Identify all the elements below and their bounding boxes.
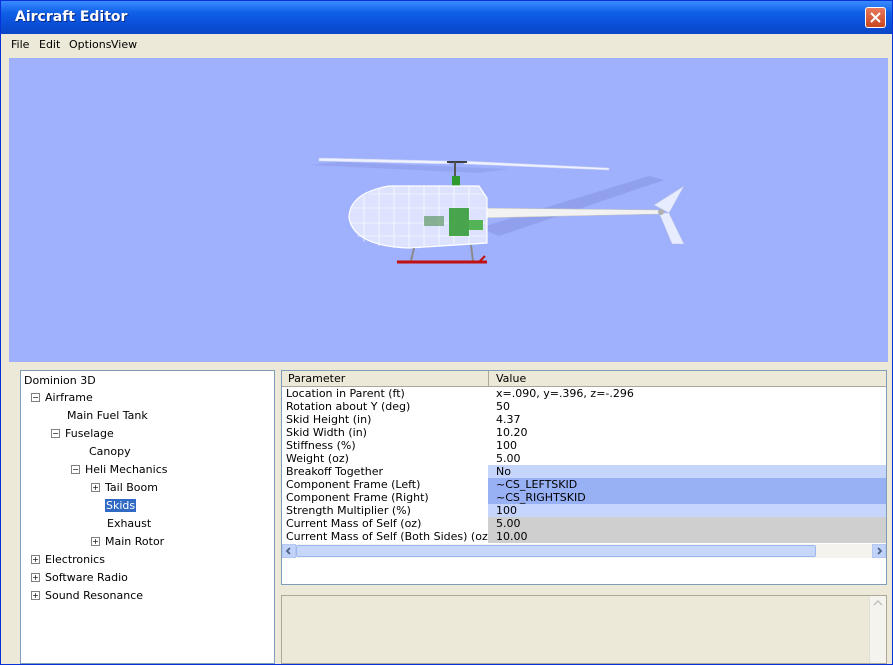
param-name: Location in Parent (ft) bbox=[286, 387, 405, 400]
chevron-left-icon bbox=[285, 547, 291, 555]
param-value-readonly: 10.00 bbox=[488, 530, 886, 543]
collapse-icon[interactable]: − bbox=[51, 429, 60, 438]
expand-icon[interactable]: + bbox=[91, 483, 100, 492]
tree-node-heli-mechanics[interactable]: Heli Mechanics bbox=[85, 463, 167, 476]
param-value-readonly: 5.00 bbox=[488, 517, 886, 530]
table-row[interactable]: Rotation about Y (deg) 50 bbox=[282, 400, 886, 413]
menu-edit[interactable]: Edit bbox=[39, 38, 60, 51]
expand-icon[interactable]: + bbox=[31, 555, 40, 564]
tree-node-tail-boom[interactable]: Tail Boom bbox=[105, 481, 158, 494]
menu-view[interactable]: View bbox=[111, 38, 137, 51]
3d-viewport[interactable] bbox=[9, 58, 888, 362]
table-row[interactable]: Skid Width (in) 10.20 bbox=[282, 426, 886, 439]
param-value[interactable]: 10.20 bbox=[488, 426, 886, 439]
param-name: Skid Width (in) bbox=[286, 426, 367, 439]
param-value[interactable]: 100 bbox=[488, 504, 886, 517]
tree-node-fuselage[interactable]: Fuselage bbox=[65, 427, 114, 440]
chevron-right-icon bbox=[877, 547, 883, 555]
param-value-dropdown[interactable]: No bbox=[488, 465, 886, 478]
scroll-left-button[interactable] bbox=[282, 544, 296, 558]
param-name: Current Mass of Self (Both Sides) (oz) bbox=[286, 530, 493, 543]
close-button[interactable] bbox=[865, 7, 886, 28]
column-header-value[interactable]: Value bbox=[496, 372, 526, 385]
title-bar[interactable]: Aircraft Editor bbox=[1, 1, 892, 34]
tree-node-main-fuel-tank[interactable]: Main Fuel Tank bbox=[67, 409, 148, 422]
column-divider[interactable] bbox=[488, 371, 489, 386]
component-tree[interactable]: Dominion 3D − Airframe Main Fuel Tank − … bbox=[20, 370, 275, 664]
description-panel bbox=[281, 595, 887, 664]
table-row[interactable]: Component Frame (Left) ~CS_LEFTSKID bbox=[282, 478, 886, 491]
collapse-icon[interactable]: − bbox=[31, 393, 40, 402]
menu-options[interactable]: Options bbox=[69, 38, 111, 51]
table-row[interactable]: Skid Height (in) 4.37 bbox=[282, 413, 886, 426]
table-row[interactable]: Stiffness (%) 100 bbox=[282, 439, 886, 452]
param-value[interactable]: 50 bbox=[488, 400, 886, 413]
property-grid[interactable]: Parameter Value Location in Parent (ft) … bbox=[281, 370, 887, 585]
param-value-dropdown[interactable]: ~CS_LEFTSKID bbox=[488, 478, 886, 491]
expand-icon[interactable]: + bbox=[91, 537, 100, 546]
horizontal-scrollbar[interactable] bbox=[282, 544, 886, 558]
tree-node-skids[interactable]: Skids bbox=[105, 499, 137, 512]
param-name: Component Frame (Left) bbox=[286, 478, 421, 491]
param-value-dropdown[interactable]: ~CS_RIGHTSKID bbox=[488, 491, 886, 504]
vertical-scrollbar[interactable] bbox=[869, 596, 886, 663]
param-value[interactable]: x=.090, y=.396, z=-.296 bbox=[488, 387, 886, 400]
tree-node-electronics[interactable]: Electronics bbox=[45, 553, 105, 566]
param-name: Component Frame (Right) bbox=[286, 491, 429, 504]
menu-bar: File Edit Options View bbox=[1, 34, 892, 56]
param-name: Weight (oz) bbox=[286, 452, 349, 465]
param-name: Rotation about Y (deg) bbox=[286, 400, 411, 413]
helicopter-model bbox=[309, 157, 685, 264]
param-name: Skid Height (in) bbox=[286, 413, 372, 426]
tree-node-main-rotor[interactable]: Main Rotor bbox=[105, 535, 164, 548]
chevron-up-icon bbox=[873, 599, 883, 606]
tree-node-airframe[interactable]: Airframe bbox=[45, 391, 93, 404]
aircraft-editor-window: Aircraft Editor File Edit Options View D… bbox=[0, 0, 893, 665]
table-row[interactable]: Strength Multiplier (%) 100 bbox=[282, 504, 886, 517]
param-name: Stiffness (%) bbox=[286, 439, 356, 452]
tree-node-canopy[interactable]: Canopy bbox=[89, 445, 131, 458]
menu-file[interactable]: File bbox=[11, 38, 29, 51]
expand-icon[interactable]: + bbox=[31, 591, 40, 600]
tree-node-sound-resonance[interactable]: Sound Resonance bbox=[45, 589, 143, 602]
expand-icon[interactable]: + bbox=[31, 573, 40, 582]
table-row[interactable]: Component Frame (Right) ~CS_RIGHTSKID bbox=[282, 491, 886, 504]
param-name: Strength Multiplier (%) bbox=[286, 504, 411, 517]
grid-header: Parameter Value bbox=[282, 371, 886, 387]
param-value[interactable]: 4.37 bbox=[488, 413, 886, 426]
column-header-parameter[interactable]: Parameter bbox=[288, 372, 345, 385]
tree-node-software-radio[interactable]: Software Radio bbox=[45, 571, 128, 584]
table-row[interactable]: Breakoff Together No bbox=[282, 465, 886, 478]
scroll-right-button[interactable] bbox=[872, 544, 886, 558]
tree-root[interactable]: Dominion 3D bbox=[24, 374, 96, 387]
param-name: Breakoff Together bbox=[286, 465, 384, 478]
tree-node-exhaust[interactable]: Exhaust bbox=[107, 517, 151, 530]
param-value[interactable]: 100 bbox=[488, 439, 886, 452]
table-row[interactable]: Current Mass of Self (Both Sides) (oz) 1… bbox=[282, 530, 886, 543]
param-value[interactable]: 5.00 bbox=[488, 452, 886, 465]
table-row[interactable]: Current Mass of Self (oz) 5.00 bbox=[282, 517, 886, 530]
table-row[interactable]: Weight (oz) 5.00 bbox=[282, 452, 886, 465]
collapse-icon[interactable]: − bbox=[71, 465, 80, 474]
param-name: Current Mass of Self (oz) bbox=[286, 517, 422, 530]
table-row[interactable]: Location in Parent (ft) x=.090, y=.396, … bbox=[282, 387, 886, 400]
scroll-thumb[interactable] bbox=[296, 545, 816, 557]
window-title: Aircraft Editor bbox=[15, 9, 128, 25]
close-icon bbox=[870, 12, 881, 23]
